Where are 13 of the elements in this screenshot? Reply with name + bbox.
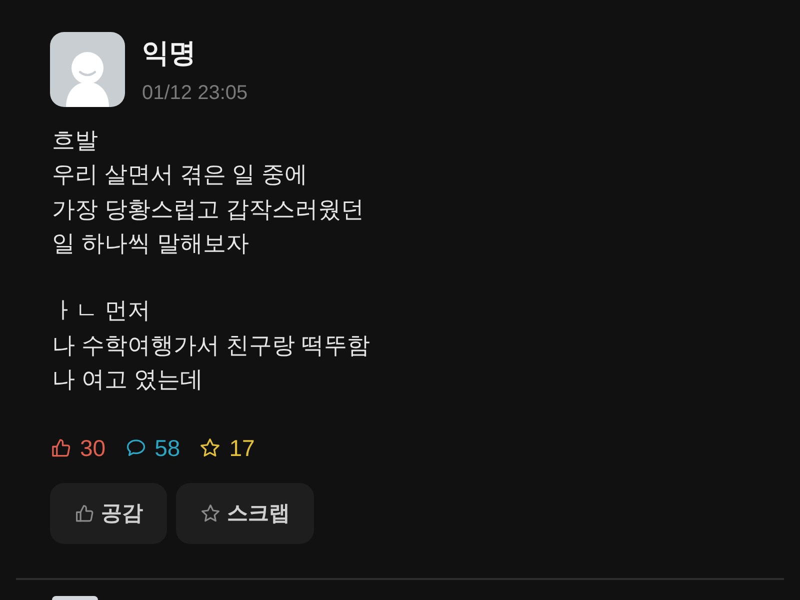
avatar-icon (50, 32, 125, 107)
comment-count: 58 (154, 434, 180, 463)
star-icon (200, 503, 221, 524)
thumbs-up-icon (74, 503, 95, 524)
scrap-button[interactable]: 스크랩 (176, 483, 314, 544)
post-timestamp: 01/12 23:05 (142, 81, 248, 106)
post-body-text: 흐발 우리 살면서 겪은 일 중에 가장 당황스럽고 갑작스러웠던 일 하나씩 말해보자 (52, 126, 365, 258)
like-button[interactable]: 공감 (50, 483, 167, 544)
scrap-count: 17 (229, 434, 255, 463)
avatar-placeholder (52, 596, 98, 600)
like-count: 30 (80, 434, 106, 463)
post-body-text: ㅏㄴ 먼저 나 수학여행가서 친구랑 떡뚜함 나 여고 였는데 (52, 296, 372, 394)
author-name: 익명 (142, 37, 197, 70)
